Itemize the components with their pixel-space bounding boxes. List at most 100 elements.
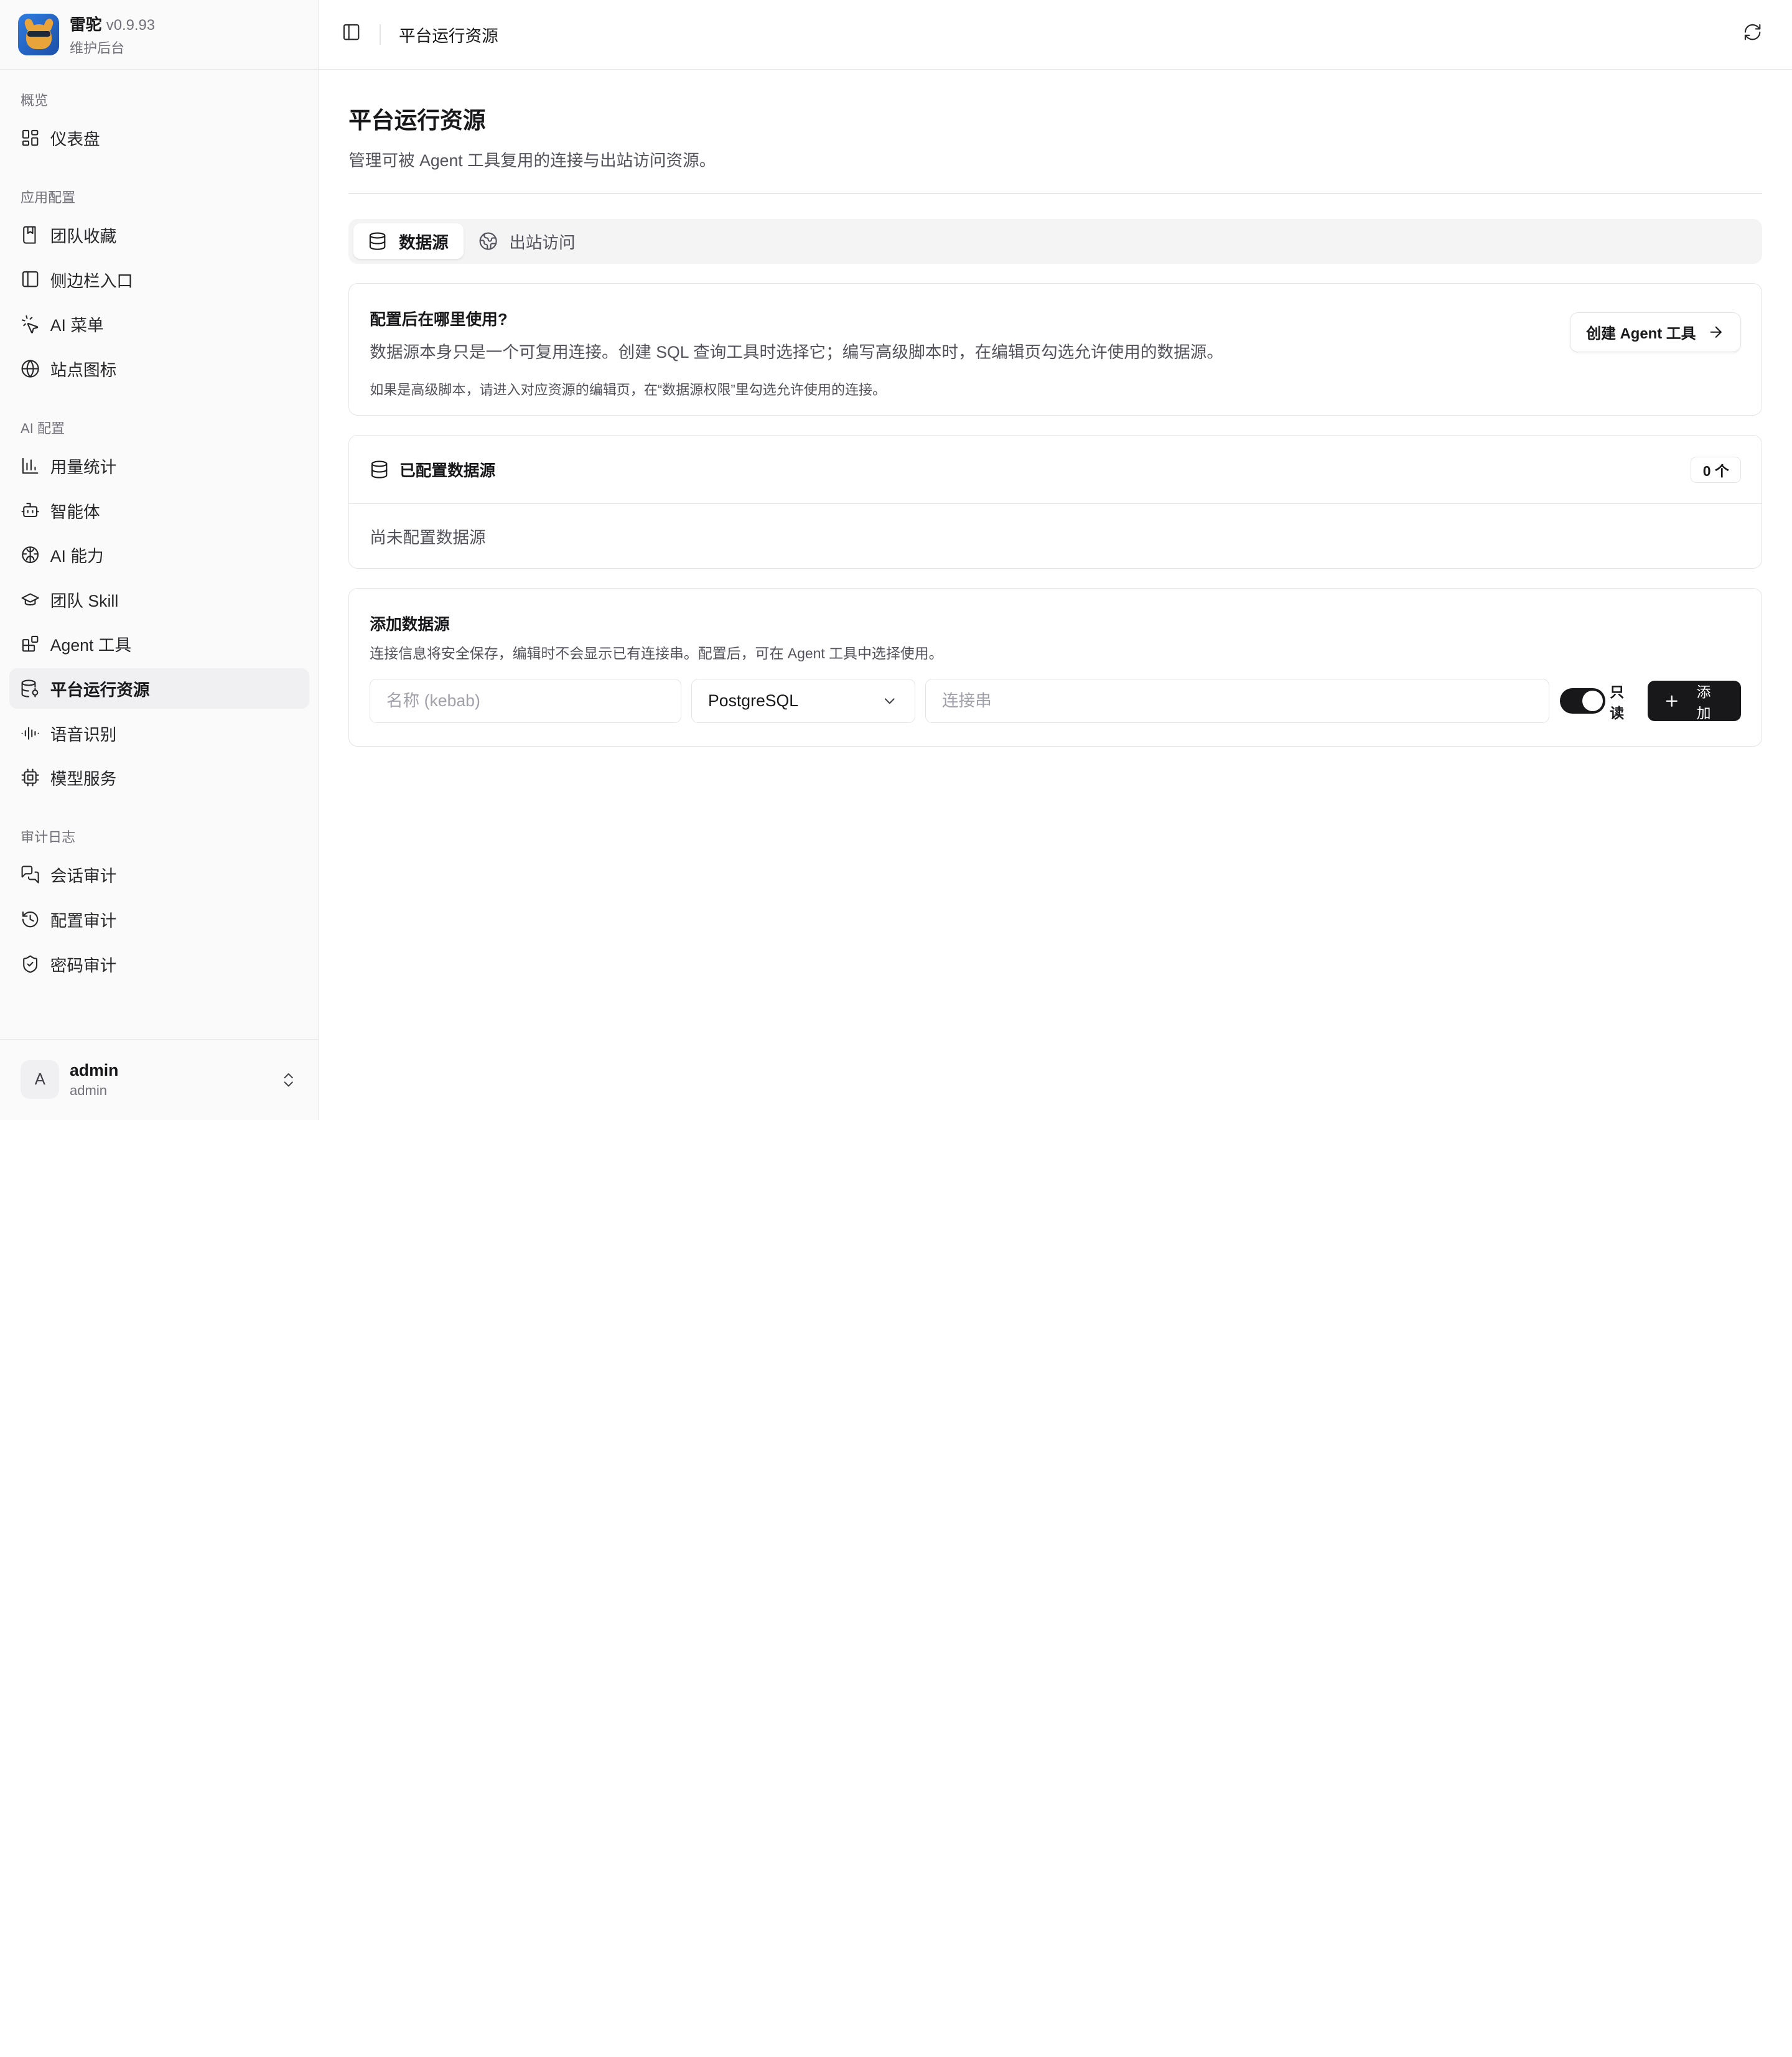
connection-string-input[interactable]: [925, 678, 1550, 724]
sidebar-item-session-audit[interactable]: 会话审计: [9, 855, 309, 895]
info-card-title: 配置后在哪里使用?: [370, 310, 508, 329]
app-root: 雷驼 v0.9.93 维护后台 概览 仪表盘 应用配置 团队收藏 侧边栏入口 A…: [0, 0, 1792, 1120]
breadcrumb: 平台运行资源: [398, 27, 498, 46]
topbar-separator: [379, 24, 381, 45]
nav-group-label: 概览: [21, 92, 49, 108]
brand-version: v0.9.93: [106, 17, 156, 34]
sidebar-item-label: 站点图标: [50, 360, 117, 380]
database-cog-icon: [21, 679, 39, 697]
shield-check-icon: [23, 955, 38, 973]
button-label: 添加: [1696, 683, 1711, 721]
sidebar-item-usage-stats[interactable]: 用量统计: [9, 445, 309, 485]
page-content: 平台运行资源 管理可被 Agent 工具复用的连接与出站访问资源。 数据源 出站…: [319, 70, 1792, 747]
sparkle-pointer-icon: [21, 315, 39, 334]
nav-group-ai-config: AI 配置 用量统计 智能体 AI 能力 团队 Skill Agent 工具 平…: [9, 414, 309, 798]
sidebar-item-label: 团队收藏: [50, 226, 117, 246]
nav-group-overview: 概览 仪表盘: [9, 86, 309, 158]
sidebar-item-label: AI 菜单: [50, 316, 104, 335]
datasource-name-input[interactable]: [370, 678, 681, 724]
nav-group-label: 应用配置: [21, 189, 76, 205]
count-badge: 0 个: [1691, 456, 1742, 483]
configured-datasources-card: 已配置数据源 0 个 尚未配置数据源: [348, 435, 1763, 569]
globe-icon: [21, 360, 39, 378]
add-button[interactable]: 添加: [1647, 681, 1742, 721]
user-menu[interactable]: A admin admin: [0, 1038, 319, 1120]
sidebar-item-platform-resources[interactable]: 平台运行资源: [9, 668, 309, 709]
sidebar-item-label: 会话审计: [50, 867, 117, 886]
sidebar-toggle-button[interactable]: [342, 22, 361, 47]
bookmark-icon: [23, 226, 36, 244]
brain-icon: [22, 546, 39, 564]
refresh-icon: [1744, 24, 1761, 40]
empty-state: 尚未配置数据源: [370, 528, 486, 548]
tab-datasources[interactable]: 数据源: [353, 223, 464, 259]
create-agent-tool-button[interactable]: 创建 Agent 工具: [1569, 312, 1742, 352]
sidebar-item-label: 智能体: [50, 502, 100, 521]
nav-group-app-config: 应用配置 团队收藏 侧边栏入口 AI 菜单 站点图标: [9, 183, 309, 389]
page-title: 平台运行资源: [348, 108, 486, 134]
bar-chart-icon: [22, 457, 39, 474]
sidebar-item-dashboard[interactable]: 仪表盘: [9, 118, 309, 157]
refresh-button[interactable]: [1743, 22, 1762, 47]
sidebar-item-label: 用量统计: [50, 457, 117, 477]
panel-left-icon: [343, 24, 360, 40]
readonly-label: 只读: [1610, 683, 1625, 721]
messages-icon: [21, 865, 39, 884]
user-name: admin: [70, 1060, 119, 1080]
button-label: 创建 Agent 工具: [1586, 325, 1696, 343]
sidebar-item-agent-tools[interactable]: Agent 工具: [9, 624, 309, 664]
main-area: 平台运行资源 平台运行资源 管理可被 Agent 工具复用的连接与出站访问资源。…: [319, 0, 1792, 1120]
sidebar-icon: [22, 271, 39, 287]
usage-info-card: 配置后在哪里使用? 数据源本身只是一个可复用连接。创建 SQL 查询工具时选择它…: [348, 282, 1763, 416]
add-form-row: PostgreSQL 只读 添加: [370, 678, 1742, 724]
user-role: admin: [70, 1082, 108, 1098]
sidebar-item-label: 语音识别: [50, 725, 117, 744]
graduation-cap-icon: [21, 593, 39, 605]
topbar: 平台运行资源: [319, 0, 1792, 70]
avatar: A: [21, 1060, 60, 1099]
tab-outbound-access[interactable]: 出站访问: [464, 223, 590, 259]
brand-subtitle: 维护后台: [70, 40, 125, 56]
sidebar-item-label: Agent 工具: [50, 636, 132, 655]
app-logo-icon: [18, 14, 60, 55]
nav-group-label: AI 配置: [21, 420, 65, 436]
sidebar-item-model-services[interactable]: 模型服务: [9, 758, 309, 798]
dashboard-icon: [22, 129, 39, 146]
sidebar-item-ai-capabilities[interactable]: AI 能力: [9, 535, 309, 575]
blocks-icon: [22, 636, 39, 652]
select-value: PostgreSQL: [708, 691, 799, 711]
configured-title: 已配置数据源: [399, 462, 496, 480]
nav-group-audit: 审计日志 会话审计 配置审计 密码审计: [9, 823, 309, 984]
brand-name: 雷驼: [70, 16, 102, 34]
database-icon: [371, 460, 388, 478]
sidebar-item-password-audit[interactable]: 密码审计: [9, 944, 309, 984]
sidebar-item-site-icon[interactable]: 站点图标: [9, 348, 309, 388]
chevron-down-icon: [885, 698, 895, 704]
cpu-icon: [21, 768, 39, 786]
sidebar-item-label: 侧边栏入口: [50, 271, 133, 291]
sidebar: 雷驼 v0.9.93 维护后台 概览 仪表盘 应用配置 团队收藏 侧边栏入口 A…: [0, 0, 319, 1120]
add-datasource-card: 添加数据源 连接信息将安全保存，编辑时不会显示已有连接串。配置后，可在 Agen…: [348, 588, 1763, 747]
brand[interactable]: 雷驼 v0.9.93 维护后台: [0, 0, 319, 70]
datasource-type-select[interactable]: PostgreSQL: [691, 678, 915, 724]
sidebar-item-sidebar-entry[interactable]: 侧边栏入口: [9, 259, 309, 299]
sidebar-item-speech-recognition[interactable]: 语音识别: [9, 713, 309, 753]
sidebar-item-ai-menu[interactable]: AI 菜单: [9, 304, 309, 344]
sidebar-item-team-favorites[interactable]: 团队收藏: [9, 215, 309, 254]
bot-icon: [21, 503, 39, 518]
sidebar-item-agents[interactable]: 智能体: [9, 490, 309, 530]
info-card-text: 数据源本身只是一个可复用连接。创建 SQL 查询工具时选择它；编写高级脚本时，在…: [370, 343, 1223, 362]
arrow-right-icon: [1710, 326, 1722, 338]
sidebar-item-label: 团队 Skill: [50, 591, 119, 610]
add-title: 添加数据源: [370, 616, 450, 634]
page-description: 管理可被 Agent 工具复用的连接与出站访问资源。: [348, 151, 716, 170]
tab-label: 出站访问: [509, 233, 576, 253]
sidebar-item-team-skill[interactable]: 团队 Skill: [9, 579, 309, 619]
sidebar-item-label: 平台运行资源: [50, 681, 150, 700]
tab-label: 数据源: [398, 233, 449, 253]
readonly-toggle[interactable]: [1559, 688, 1605, 714]
nav-group-label: 审计日志: [21, 829, 76, 846]
tab-list: 数据源 出站访问: [348, 218, 1763, 264]
sidebar-nav: 概览 仪表盘 应用配置 团队收藏 侧边栏入口 AI 菜单 站点图标 AI 配置 …: [0, 70, 318, 1039]
sidebar-item-config-audit[interactable]: 配置审计: [9, 899, 309, 939]
